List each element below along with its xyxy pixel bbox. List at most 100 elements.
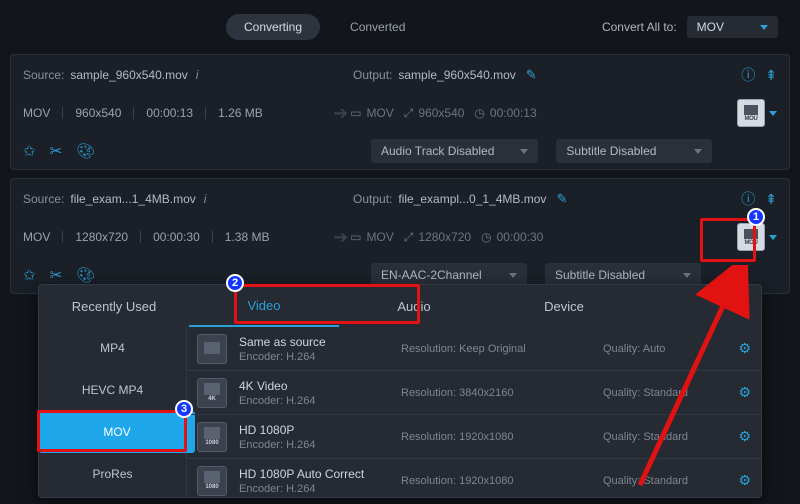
output-format-selector[interactable]: MOU bbox=[737, 99, 777, 127]
effects-icon[interactable]: ✩ bbox=[23, 142, 36, 160]
preset-resolution: Resolution: 3840x2160 bbox=[401, 387, 591, 399]
chevron-down-icon bbox=[769, 235, 777, 240]
chevron-down-icon bbox=[520, 149, 528, 154]
subtitle-select[interactable]: Subtitle Disabled bbox=[556, 139, 712, 163]
audio-track-value: Audio Track Disabled bbox=[381, 144, 494, 158]
effects-icon[interactable]: ✩ bbox=[23, 266, 36, 284]
preset-icon: 4K bbox=[197, 378, 227, 408]
convert-all-value: MOV bbox=[697, 20, 724, 34]
in-size: 1.26 MB bbox=[218, 106, 263, 120]
preset-quality: Quality: Auto bbox=[603, 343, 713, 355]
chevron-down-icon bbox=[694, 149, 702, 154]
compress-icon[interactable]: ⇞ bbox=[765, 191, 777, 208]
edit-icon[interactable]: ✎ bbox=[526, 67, 537, 83]
gear-icon[interactable]: ⚙ bbox=[738, 428, 751, 445]
preset-encoder: Encoder: H.264 bbox=[239, 351, 389, 363]
edit-icon[interactable]: ✎ bbox=[556, 191, 567, 207]
info-icon[interactable]: ⓘ bbox=[741, 189, 755, 209]
source-label: Source: bbox=[23, 192, 64, 206]
source-label: Source: bbox=[23, 68, 64, 82]
preset-title: HD 1080P Auto Correct bbox=[239, 467, 389, 481]
preset-list: Same as sourceEncoder: H.264Resolution: … bbox=[187, 327, 761, 497]
format-preset-panel: Recently Used Video Audio Device MP4 HEV… bbox=[38, 284, 762, 498]
tab-converted[interactable]: Converted bbox=[350, 20, 405, 34]
category-item-mp4[interactable]: MP4 bbox=[39, 327, 186, 369]
output-label: Output: bbox=[353, 68, 392, 82]
compress-icon[interactable]: ⇞ bbox=[765, 67, 777, 84]
in-duration: 00:00:13 bbox=[146, 106, 193, 120]
panel-tab-recent[interactable]: Recently Used bbox=[39, 285, 189, 327]
in-size: 1.38 MB bbox=[225, 230, 270, 244]
in-container: MOV bbox=[23, 106, 50, 120]
chevron-down-icon bbox=[683, 273, 691, 278]
resize-icon: ⤢ 960x540 bbox=[404, 106, 465, 121]
tab-converting[interactable]: Converting bbox=[226, 14, 320, 40]
category-item-hevc-mp4[interactable]: HEVC MP4 bbox=[39, 369, 186, 411]
palette-icon[interactable]: 🎨︎ bbox=[76, 142, 95, 160]
in-resolution: 1280x720 bbox=[75, 230, 128, 244]
chevron-down-icon bbox=[509, 273, 517, 278]
film-icon: ▭ MOV bbox=[350, 106, 394, 120]
audio-track-value: EN-AAC-2Channel bbox=[381, 268, 482, 282]
in-duration: 00:00:30 bbox=[153, 230, 200, 244]
subtitle-value: Subtitle Disabled bbox=[555, 268, 645, 282]
subtitle-value: Subtitle Disabled bbox=[566, 144, 656, 158]
preset-title: 4K Video bbox=[239, 379, 389, 393]
preset-resolution: Resolution: 1920x1080 bbox=[401, 431, 591, 443]
gear-icon[interactable]: ⚙ bbox=[738, 340, 751, 357]
info-icon[interactable]: ⓘ bbox=[741, 65, 755, 85]
preset-title: HD 1080P bbox=[239, 423, 389, 437]
gear-icon[interactable]: ⚙ bbox=[738, 384, 751, 401]
info-icon[interactable]: i bbox=[196, 68, 199, 82]
chevron-down-icon bbox=[769, 111, 777, 116]
preset-icon: 1080 bbox=[197, 466, 227, 496]
preset-row[interactable]: 1080 HD 1080P Encoder: H.264 Resolution: 19… bbox=[187, 415, 761, 459]
chevron-down-icon bbox=[760, 25, 768, 30]
in-container: MOV bbox=[23, 230, 50, 244]
output-filename: file_exampl...0_1_4MB.mov bbox=[398, 192, 546, 206]
preset-quality: Quality: Standard bbox=[603, 387, 713, 399]
panel-tab-video[interactable]: Video bbox=[189, 285, 339, 327]
info-icon[interactable]: i bbox=[204, 192, 207, 206]
convert-all-dropdown[interactable]: MOV bbox=[687, 16, 778, 38]
output-format-selector[interactable]: MOU bbox=[737, 223, 777, 251]
job-card: Source: sample_960x540.mov i Output: sam… bbox=[10, 54, 790, 170]
preset-quality: Quality: Standard bbox=[603, 475, 713, 487]
preset-row[interactable]: 1080 HD 1080P Auto Correct Encoder: H.264 R… bbox=[187, 459, 761, 497]
preset-resolution: Resolution: 1920x1080 bbox=[401, 475, 591, 487]
panel-tab-device[interactable]: Device bbox=[489, 285, 639, 327]
preset-icon: 1080 bbox=[197, 422, 227, 452]
preset-encoder: Encoder: H.264 bbox=[239, 483, 389, 495]
palette-icon[interactable]: 🎨︎ bbox=[76, 266, 95, 284]
preset-encoder: Encoder: H.264 bbox=[239, 439, 389, 451]
preset-quality: Quality: Standard bbox=[603, 431, 713, 443]
preset-row[interactable]: 4K 4K Video Encoder: H.264 Resolution: 3840… bbox=[187, 371, 761, 415]
film-icon: ▭ MOV bbox=[350, 230, 394, 244]
resize-icon: ⤢ 1280x720 bbox=[404, 230, 471, 245]
format-thumb-icon: MOU bbox=[737, 99, 765, 127]
preset-row[interactable]: Same as sourceEncoder: H.264Resolution: … bbox=[187, 327, 761, 371]
arrow-right-icon: ➔ bbox=[333, 103, 348, 124]
format-category-list: MP4 HEVC MP4 MOV ProRes bbox=[39, 327, 187, 497]
source-filename: file_exam...1_4MB.mov bbox=[70, 192, 195, 206]
gear-icon[interactable]: ⚙ bbox=[738, 472, 751, 489]
panel-tab-audio[interactable]: Audio bbox=[339, 285, 489, 327]
arrow-right-icon: ➔ bbox=[333, 227, 348, 248]
convert-all-label: Convert All to: bbox=[602, 20, 677, 34]
in-resolution: 960x540 bbox=[75, 106, 121, 120]
trim-icon[interactable]: ✂ bbox=[50, 266, 63, 284]
output-label: Output: bbox=[353, 192, 392, 206]
top-bar: Converting Converted Convert All to: MOV bbox=[10, 10, 790, 44]
category-item-mov[interactable]: MOV bbox=[39, 411, 195, 453]
preset-resolution: Resolution: Keep Original bbox=[401, 343, 591, 355]
category-item-prores[interactable]: ProRes bbox=[39, 453, 186, 495]
clock-icon: ◷ 00:00:30 bbox=[481, 230, 543, 244]
audio-track-select[interactable]: Audio Track Disabled bbox=[371, 139, 538, 163]
source-filename: sample_960x540.mov bbox=[70, 68, 187, 82]
preset-encoder: Encoder: H.264 bbox=[239, 395, 389, 407]
trim-icon[interactable]: ✂ bbox=[50, 142, 63, 160]
preset-icon bbox=[197, 334, 227, 364]
format-thumb-icon: MOU bbox=[737, 223, 765, 251]
output-filename: sample_960x540.mov bbox=[398, 68, 515, 82]
clock-icon: ◷ 00:00:13 bbox=[474, 106, 536, 120]
